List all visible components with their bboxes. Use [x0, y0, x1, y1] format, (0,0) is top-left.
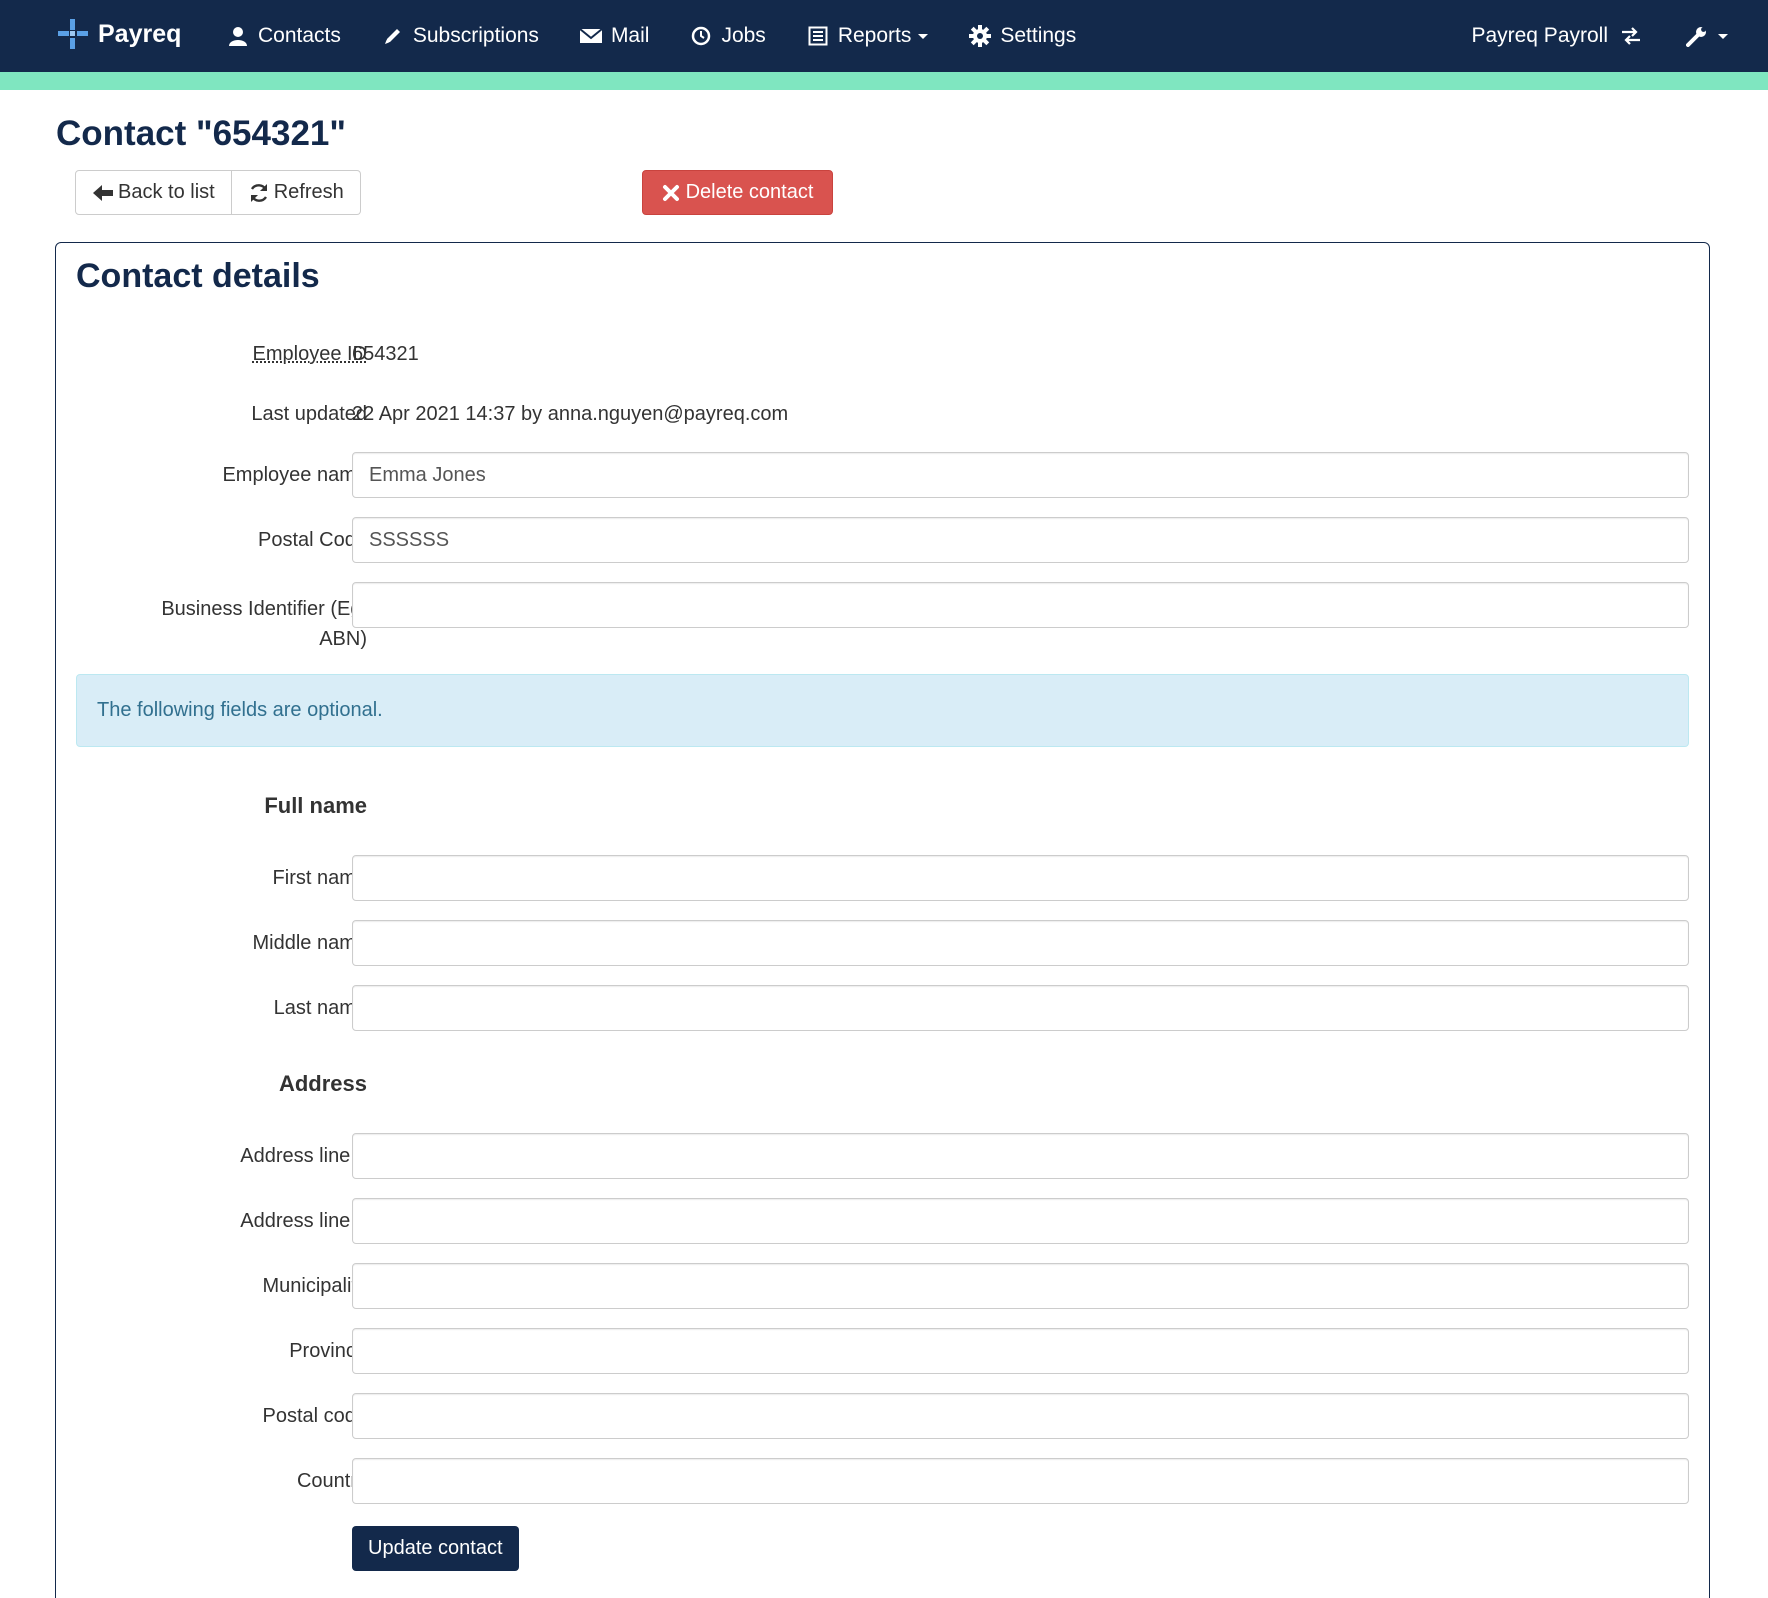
top-navbar: Payreq Contacts Subscriptions Mail Jobs	[0, 0, 1768, 72]
address-heading: Address	[278, 1071, 367, 1096]
nav-item-label: Settings	[1000, 24, 1077, 47]
nav-item-label: Jobs	[721, 24, 766, 47]
refresh-icon	[250, 183, 267, 202]
account-name: Payreq Payroll	[1471, 24, 1608, 47]
payreq-logo-icon	[58, 19, 88, 49]
last-name-input[interactable]	[352, 985, 1689, 1031]
back-to-list-label: Back to list	[118, 181, 215, 203]
address-line2-label: Address line 2	[240, 1210, 367, 1232]
country-label: Country	[296, 1470, 367, 1492]
postal-code-label: Postal Code	[258, 529, 367, 551]
last-updated-label: Last updated	[251, 403, 367, 425]
nav-item-jobs[interactable]: Jobs	[689, 24, 766, 48]
tools-dropdown[interactable]	[1686, 25, 1728, 47]
first-name-input[interactable]	[352, 855, 1689, 901]
user-icon	[226, 24, 250, 48]
middle-name-label: Middle name	[252, 932, 367, 954]
chevron-down-icon	[918, 33, 929, 39]
close-icon	[662, 184, 679, 201]
nav-item-contacts[interactable]: Contacts	[226, 24, 341, 48]
switch-arrows-icon	[1622, 27, 1640, 45]
employee-name-label: Employee name	[222, 464, 367, 486]
nav-item-subscriptions[interactable]: Subscriptions	[381, 24, 539, 48]
address-line2-input[interactable]	[352, 1198, 1689, 1244]
wrench-icon	[1686, 27, 1706, 47]
province-label: Province	[289, 1340, 367, 1362]
last-name-label: Last name	[273, 997, 367, 1019]
municipality-input[interactable]	[352, 1263, 1689, 1309]
nav-item-label: Contacts	[258, 24, 341, 47]
panel-title: Contact details	[76, 257, 320, 295]
update-contact-button[interactable]: Update contact	[352, 1526, 519, 1571]
business-identifier-label: Business Identifier (Eg. ABN)	[161, 598, 367, 650]
nav-item-label: Mail	[610, 24, 650, 47]
business-identifier-input[interactable]	[352, 582, 1689, 628]
first-name-label: First name	[272, 867, 367, 889]
accent-stripe	[0, 72, 1768, 90]
address-line1-input[interactable]	[352, 1133, 1689, 1179]
last-updated-value: 22 Apr 2021 14:37 by anna.nguyen@payreq.…	[352, 403, 789, 425]
page-title: Contact "654321"	[56, 114, 346, 153]
nav-item-label: Reports	[837, 24, 912, 47]
back-to-list-button[interactable]: Back to list	[75, 170, 232, 215]
chevron-down-icon	[1718, 33, 1728, 39]
address-postal-code-label: Postal code	[262, 1405, 367, 1427]
refresh-button[interactable]: Refresh	[231, 170, 361, 215]
address-postal-code-input[interactable]	[352, 1393, 1689, 1439]
envelope-icon	[579, 24, 603, 48]
pencil-icon	[381, 24, 405, 48]
nav-item-settings[interactable]: Settings	[968, 24, 1076, 48]
optional-fields-notice: The following fields are optional.	[76, 674, 1689, 747]
delete-contact-label: Delete contact	[685, 181, 814, 203]
employee-id-value: 654321	[352, 343, 419, 365]
nav-right: Payreq Payroll	[1471, 16, 1728, 56]
province-input[interactable]	[352, 1328, 1689, 1374]
arrow-left-icon	[93, 184, 113, 201]
country-input[interactable]	[352, 1458, 1689, 1504]
contact-details-panel: Contact details Employee ID 654321 Last …	[55, 242, 1710, 1598]
brand-name: Payreq	[98, 19, 182, 48]
nav-item-label: Subscriptions	[412, 24, 539, 47]
list-alt-icon	[806, 24, 830, 48]
employee-id-label: Employee ID	[252, 343, 368, 365]
optional-fields-text: The following fields are optional.	[97, 699, 383, 721]
municipality-label: Municipality	[262, 1275, 367, 1297]
account-switcher[interactable]: Payreq Payroll	[1471, 24, 1642, 48]
nav-item-reports[interactable]: Reports	[806, 24, 929, 48]
address-line1-label: Address line 1	[240, 1145, 367, 1167]
gear-icon	[968, 24, 992, 48]
full-name-heading: Full name	[264, 793, 367, 818]
middle-name-input[interactable]	[352, 920, 1689, 966]
brand-logo[interactable]: Payreq	[58, 16, 181, 52]
nav-item-mail[interactable]: Mail	[579, 24, 650, 48]
refresh-label: Refresh	[273, 181, 344, 203]
employee-name-input[interactable]	[352, 452, 1689, 498]
delete-contact-button[interactable]: Delete contact	[642, 170, 833, 215]
clock-icon	[689, 24, 713, 48]
main-nav: Contacts Subscriptions Mail Jobs Reports	[226, 16, 1116, 56]
postal-code-input[interactable]	[352, 517, 1689, 563]
page-actions: Back to list Refresh	[75, 170, 361, 215]
